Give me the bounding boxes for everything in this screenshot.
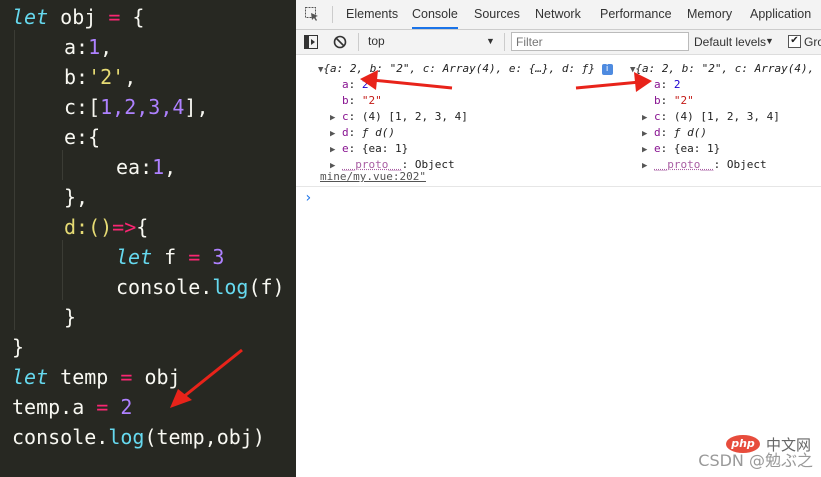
tab-application[interactable]: Application xyxy=(750,0,811,29)
chevron-down-icon: ▼ xyxy=(765,36,774,46)
code-line: } xyxy=(12,335,25,359)
property-row: a: 2 xyxy=(654,78,681,91)
code-line: b:'2', xyxy=(64,65,137,89)
filter-input[interactable] xyxy=(511,32,689,51)
code-line: a:1, xyxy=(64,35,113,59)
indent-guide xyxy=(62,150,63,180)
property-row[interactable]: ▶ d: ƒ d() xyxy=(330,125,395,142)
info-icon[interactable]: i xyxy=(601,63,613,75)
property-row[interactable]: ▶ c: (4) [1, 2, 3, 4] xyxy=(330,109,468,126)
tab-memory[interactable]: Memory xyxy=(687,0,732,29)
divider xyxy=(358,33,359,51)
code-line: } xyxy=(64,305,77,329)
source-link[interactable]: mine/my.vue:202" xyxy=(320,169,426,184)
code-editor[interactable]: let obj = { a:1, b:'2', c:[1,2,3,4], e:{… xyxy=(0,0,296,477)
indent-guide xyxy=(14,30,15,330)
property-row[interactable]: ▶ __proto__: Object xyxy=(642,157,767,174)
sidebar-toggle-icon[interactable] xyxy=(304,35,318,49)
code-line: let f = 3 xyxy=(116,245,225,269)
clear-console-icon[interactable] xyxy=(333,35,347,49)
code-line: c:[1,2,3,4], xyxy=(64,95,209,119)
devtools-panel: Elements Console Sources Network Perform… xyxy=(296,0,821,477)
devtools-tabbar: Elements Console Sources Network Perform… xyxy=(296,0,821,30)
tab-sources[interactable]: Sources xyxy=(474,0,520,29)
code-line: d:()=>{ xyxy=(64,215,149,239)
code-line: ea:1, xyxy=(116,155,177,179)
divider xyxy=(504,33,505,51)
console-toolbar: top ▼ Default levels ▼ ✔ Gro xyxy=(296,30,821,55)
console-output[interactable]: ▼{a: 2, b: "2", c: Array(4), e: {…}, d: … xyxy=(296,55,821,477)
property-row: b: "2" xyxy=(654,94,694,107)
context-select[interactable]: top xyxy=(364,32,502,51)
csdn-watermark: CSDN @勉ぶ之 xyxy=(698,451,813,470)
code-line: temp.a = 2 xyxy=(12,395,133,419)
property-row[interactable]: ▶ e: {ea: 1} xyxy=(642,141,720,158)
divider xyxy=(296,186,821,187)
inspect-element-icon[interactable] xyxy=(304,6,320,22)
default-levels-dropdown[interactable]: Default levels xyxy=(694,33,766,51)
property-row[interactable]: ▶ c: (4) [1, 2, 3, 4] xyxy=(642,109,780,126)
object-summary[interactable]: ▼{a: 2, b: "2", c: Array(4), xyxy=(630,61,814,78)
tab-network[interactable]: Network xyxy=(535,0,581,29)
console-prompt-icon[interactable]: › xyxy=(304,190,312,206)
code-line: let temp = obj xyxy=(12,365,181,389)
group-similar-label: Gro xyxy=(804,35,821,49)
group-similar-checkbox[interactable]: ✔ xyxy=(788,35,801,48)
property-row[interactable]: ▶ d: ƒ d() xyxy=(642,125,707,142)
divider xyxy=(332,6,333,23)
code-line: e:{ xyxy=(64,125,101,149)
code-line: console.log(temp,obj) xyxy=(12,425,265,449)
object-summary[interactable]: ▼{a: 2, b: "2", c: Array(4), e: {…}, d: … xyxy=(318,61,613,78)
code-line: let obj = { xyxy=(12,5,145,29)
indent-guide xyxy=(62,240,63,300)
tab-elements[interactable]: Elements xyxy=(346,0,398,29)
tab-console[interactable]: Console xyxy=(412,0,458,29)
property-row: a: 2 xyxy=(342,78,369,91)
property-row[interactable]: ▶ e: {ea: 1} xyxy=(330,141,408,158)
property-row: b: "2" xyxy=(342,94,382,107)
code-line: }, xyxy=(64,185,89,209)
chevron-down-icon: ▼ xyxy=(486,36,495,46)
code-line: console.log(f) xyxy=(116,275,285,299)
tab-performance[interactable]: Performance xyxy=(600,0,672,29)
